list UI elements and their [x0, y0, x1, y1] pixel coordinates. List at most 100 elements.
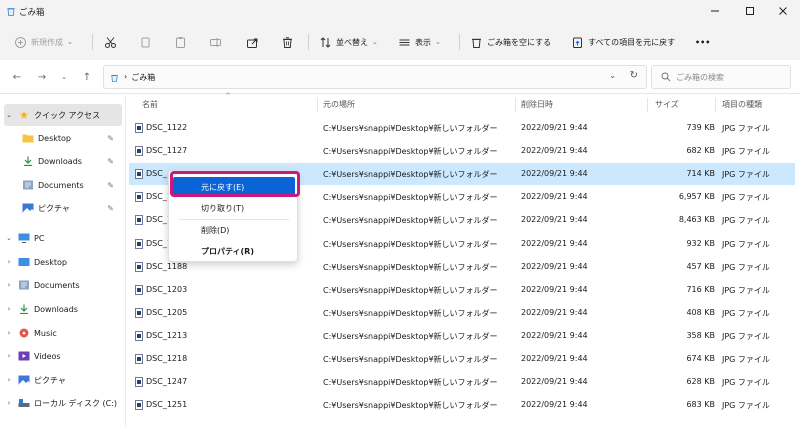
- file-name: DSC_1213: [146, 330, 188, 340]
- file-row[interactable]: DSC_1251 C:¥Users¥snappi¥Desktop¥新しいフォルダー…: [129, 394, 795, 416]
- restore-all-button[interactable]: すべての項目を元に戻す: [571, 32, 675, 52]
- delete-button[interactable]: [281, 32, 294, 52]
- address-history-chevron-icon[interactable]: ⌄: [609, 71, 616, 80]
- title-bar: ごみ箱: [0, 0, 800, 24]
- highlight-frame: [170, 171, 300, 197]
- paste-icon: [176, 36, 185, 48]
- sidebar-item-pc-downloads[interactable]: › Downloads: [4, 298, 122, 320]
- file-original-location: C:¥Users¥snappi¥Desktop¥新しいフォルダー: [323, 262, 498, 272]
- sidebar-item-desktop[interactable]: Desktop ✎: [18, 127, 122, 149]
- window-title: ごみ箱: [19, 8, 45, 18]
- column-divider[interactable]: [515, 98, 516, 112]
- empty-recycle-bin-button[interactable]: ごみ箱を空にする: [470, 32, 551, 52]
- cut-button[interactable]: [104, 32, 117, 52]
- column-header-original-location[interactable]: 元の場所: [323, 99, 355, 119]
- menu-item-properties[interactable]: プロパティ(R): [173, 241, 295, 261]
- file-row[interactable]: DSC_1218 C:¥Users¥snappi¥Desktop¥新しいフォルダー…: [129, 348, 795, 370]
- view-button[interactable]: 表示 ⌄: [398, 32, 441, 52]
- sidebar-item-quick-access[interactable]: ⌄ クイック アクセス: [4, 104, 122, 126]
- sort-button[interactable]: 並べ替え ⌄: [319, 32, 378, 52]
- column-header-date-deleted[interactable]: 削除日時: [521, 99, 553, 119]
- chevron-right-icon[interactable]: ›: [4, 399, 14, 407]
- sort-icon: [320, 36, 331, 48]
- image-file-icon: [135, 192, 143, 203]
- breadcrumb-item[interactable]: ごみ箱: [131, 72, 155, 83]
- forward-button[interactable]: →: [35, 70, 49, 84]
- sidebar-item-label: Downloads: [34, 304, 78, 314]
- arrow-up-icon: ↑: [82, 71, 92, 83]
- maximize-icon: [746, 7, 754, 15]
- pc-icon: [18, 233, 30, 243]
- sidebar-item-documents[interactable]: Documents ✎: [18, 174, 122, 196]
- paste-button[interactable]: [174, 32, 187, 52]
- sidebar-item-pc-music[interactable]: › Music: [4, 322, 122, 344]
- toolbar-divider: [459, 34, 460, 50]
- file-name: DSC_1251: [146, 400, 188, 410]
- chevron-right-icon[interactable]: ›: [4, 281, 14, 289]
- drive-icon: [18, 399, 30, 407]
- maximize-button[interactable]: [735, 2, 765, 20]
- search-icon: [661, 72, 671, 82]
- address-bar[interactable]: › ごみ箱 ⌄ ↻: [103, 65, 647, 89]
- file-row[interactable]: DSC_1205 C:¥Users¥snappi¥Desktop¥新しいフォルダー…: [129, 302, 795, 324]
- chevron-right-icon[interactable]: ›: [4, 352, 14, 360]
- restore-all-label: すべての項目を元に戻す: [588, 37, 676, 47]
- sidebar-item-label: Downloads: [38, 156, 82, 166]
- empty-recycle-bin-icon: [472, 38, 481, 48]
- menu-item-delete[interactable]: 削除(D): [173, 220, 295, 240]
- image-file-icon: [135, 330, 143, 341]
- sidebar-item-label: PC: [34, 233, 45, 243]
- chevron-right-icon[interactable]: ›: [4, 305, 14, 313]
- file-row[interactable]: DSC_1213 C:¥Users¥snappi¥Desktop¥新しいフォルダー…: [129, 325, 795, 347]
- image-file-icon: [135, 284, 143, 295]
- file-row[interactable]: DSC_1127 C:¥Users¥snappi¥Desktop¥新しいフォルダー…: [129, 140, 795, 162]
- sidebar-item-pc-videos[interactable]: › Videos: [4, 345, 122, 367]
- pin-icon[interactable]: ✎: [107, 181, 114, 190]
- sidebar-item-pictures[interactable]: ピクチャ ✎: [18, 197, 122, 219]
- chevron-right-icon[interactable]: ›: [4, 376, 14, 384]
- file-name: DSC_1247: [146, 377, 188, 387]
- file-date-deleted: 2022/09/21 9:44: [521, 169, 588, 179]
- chevron-right-icon[interactable]: ›: [4, 329, 14, 337]
- column-header-item-type[interactable]: 項目の種類: [722, 99, 762, 119]
- share-button[interactable]: [246, 32, 259, 52]
- column-divider[interactable]: [317, 98, 318, 112]
- recent-locations-button[interactable]: ⌄: [57, 70, 71, 84]
- pin-icon[interactable]: ✎: [107, 204, 114, 213]
- close-button[interactable]: [768, 2, 798, 20]
- refresh-icon[interactable]: ↻: [630, 70, 638, 81]
- image-file-icon: [135, 169, 143, 180]
- rename-button[interactable]: [209, 32, 222, 52]
- file-date-deleted: 2022/09/21 9:44: [521, 354, 588, 363]
- menu-item-cut[interactable]: 切り取り(T): [173, 198, 295, 218]
- column-header-name[interactable]: 名前: [142, 99, 158, 119]
- sidebar-item-downloads[interactable]: Downloads ✎: [18, 150, 122, 172]
- close-icon: [779, 7, 787, 15]
- file-row[interactable]: DSC_1247 C:¥Users¥snappi¥Desktop¥新しいフォルダー…: [129, 371, 795, 393]
- file-date-deleted: 2022/09/21 9:44: [521, 123, 588, 132]
- sidebar-item-pc-documents[interactable]: › Documents: [4, 274, 122, 296]
- new-button[interactable]: 新規作成 ⌄: [14, 32, 73, 52]
- back-button[interactable]: ←: [10, 70, 24, 84]
- minimize-button[interactable]: [700, 2, 730, 20]
- file-name: DSC_1205: [146, 307, 188, 317]
- file-size: 408 KB: [686, 307, 715, 317]
- sidebar-item-label: Music: [34, 328, 57, 338]
- sidebar-item-local-disk[interactable]: › ローカル ディスク (C:): [4, 392, 122, 414]
- file-row[interactable]: DSC_1122 C:¥Users¥snappi¥Desktop¥新しいフォルダー…: [129, 117, 795, 139]
- column-divider[interactable]: [715, 98, 716, 112]
- column-divider[interactable]: [647, 98, 648, 112]
- search-box[interactable]: ごみ箱の検索: [651, 65, 791, 89]
- chevron-right-icon[interactable]: ›: [4, 258, 14, 266]
- more-options-button[interactable]: •••: [695, 32, 710, 52]
- copy-button[interactable]: [139, 32, 152, 52]
- sidebar-item-pc-desktop[interactable]: › Desktop: [4, 251, 122, 273]
- pin-icon[interactable]: ✎: [107, 157, 114, 166]
- file-original-location: C:¥Users¥snappi¥Desktop¥新しいフォルダー: [323, 147, 498, 157]
- column-header-size[interactable]: サイズ: [655, 99, 679, 119]
- sidebar-item-pc-pictures[interactable]: › ピクチャ: [4, 369, 122, 391]
- sidebar-item-pc[interactable]: ⌄ PC: [4, 227, 122, 249]
- up-button[interactable]: ↑: [80, 70, 94, 84]
- pin-icon[interactable]: ✎: [107, 134, 114, 143]
- file-row[interactable]: DSC_1203 C:¥Users¥snappi¥Desktop¥新しいフォルダー…: [129, 279, 795, 301]
